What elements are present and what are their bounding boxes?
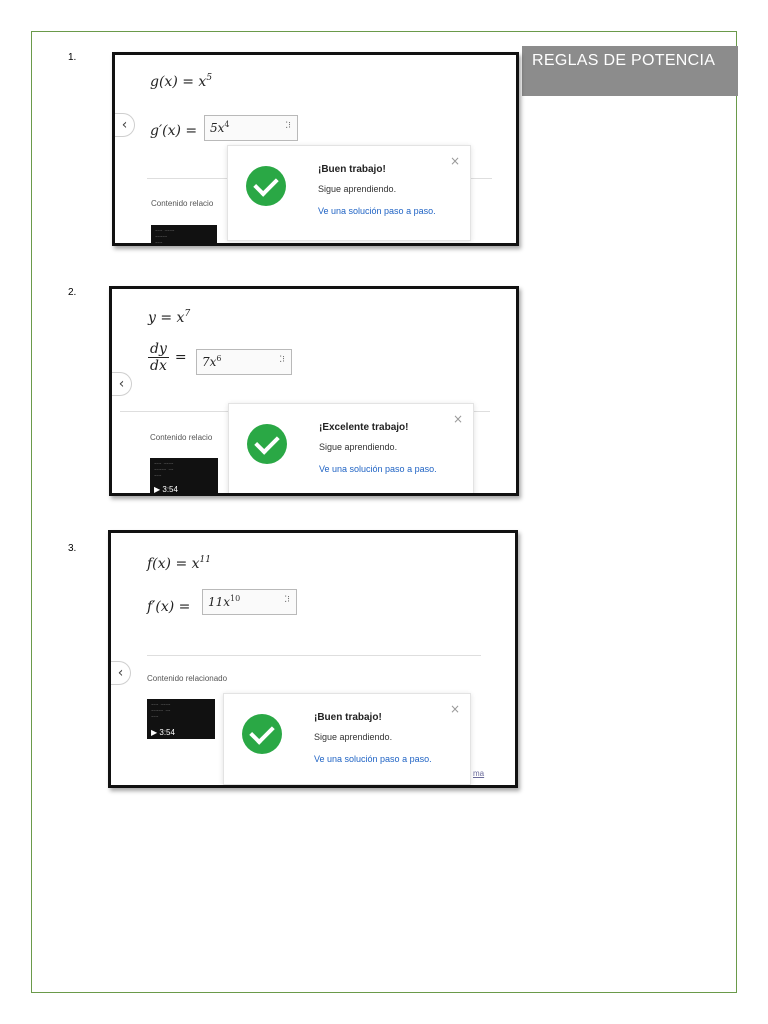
page-title: REGLAS DE POTENCIA [522, 46, 738, 96]
back-button[interactable]: ‹ [115, 113, 135, 137]
feedback-toast: ¡Excelente trabajo! Sigue aprendiendo. V… [228, 403, 474, 493]
function-expression: y = x7 [148, 309, 191, 326]
feedback-toast: ¡Buen trabajo! Sigue aprendiendo. Ve una… [227, 145, 471, 241]
close-icon[interactable]: × [453, 412, 463, 426]
derivative-label: g′(x) = [150, 123, 198, 139]
exercise-number: 1. [68, 52, 77, 63]
toast-title: ¡Buen trabajo! [318, 164, 386, 175]
back-button[interactable]: ‹ [111, 661, 131, 685]
keypad-icon[interactable]: ⁚⁝ [284, 595, 290, 605]
related-content-label: Contenido relacio [150, 433, 213, 442]
feedback-toast: ¡Buen trabajo! Sigue aprendiendo. Ve una… [223, 693, 471, 785]
exercise-number: 2. [68, 287, 77, 298]
chevron-left-icon: ‹ [118, 376, 125, 392]
check-circle-icon [246, 166, 286, 206]
keypad-icon[interactable]: ⁚⁝ [285, 121, 291, 131]
related-content-label: Contenido relacio [151, 199, 214, 208]
video-thumbnail[interactable]: ~~~ ~~~~ ~~~~~ ~~ ~~~ ▶ 3:54 [147, 699, 215, 739]
function-expression: f(x) = x11 [147, 555, 211, 572]
answer-input[interactable]: 11x10 ⁚⁝ [202, 589, 297, 615]
check-circle-icon [242, 714, 282, 754]
derivative-label: f′(x) = [147, 599, 191, 615]
chevron-left-icon: ‹ [121, 117, 128, 133]
keypad-icon[interactable]: ⁚⁝ [279, 355, 285, 365]
exercise-3-screenshot: f(x) = x11 f′(x) = 11x10 ⁚⁝ ‹ Contenido … [108, 530, 518, 788]
toast-title: ¡Buen trabajo! [314, 712, 382, 723]
chevron-left-icon: ‹ [117, 665, 124, 681]
answer-input[interactable]: 7x6 ⁚⁝ [196, 349, 292, 375]
related-content-label: Contenido relacionado [147, 674, 228, 683]
back-button[interactable]: ‹ [112, 372, 132, 396]
exercise-2-screenshot: y = x7 dy dx = ‹ 7x6 ⁚⁝ Contenido relacio … [109, 286, 519, 496]
solution-link[interactable]: Ve una solución paso a paso. [319, 464, 437, 474]
solution-link[interactable]: Ve una solución paso a paso. [318, 206, 436, 216]
video-thumbnail[interactable]: ~~~ ~~~~ ~~~~~ ~~ ~~~ ▶ 3:54 [150, 458, 218, 494]
derivative-label: dy dx = [148, 341, 187, 374]
close-icon[interactable]: × [450, 702, 460, 716]
answer-input[interactable]: 5x4 ⁚⁝ [204, 115, 298, 141]
video-thumbnail[interactable]: ~~~ ~~~~ ~~~~~ ~~~ [151, 225, 217, 243]
solution-link[interactable]: Ve una solución paso a paso. [314, 754, 432, 764]
toast-subtitle: Sigue aprendiendo. [314, 732, 393, 742]
truncated-link[interactable]: ma [473, 769, 484, 778]
check-circle-icon [247, 424, 287, 464]
toast-subtitle: Sigue aprendiendo. [319, 442, 398, 452]
close-icon[interactable]: × [450, 154, 460, 168]
toast-subtitle: Sigue aprendiendo. [318, 184, 397, 194]
exercise-number: 3. [68, 543, 77, 554]
video-duration: ▶ 3:54 [151, 728, 175, 737]
toast-title: ¡Excelente trabajo! [319, 422, 409, 433]
video-duration: ▶ 3:54 [154, 485, 178, 494]
exercise-1-screenshot: g(x) = x5 ‹ g′(x) = 5x4 ⁚⁝ Contenido rel… [112, 52, 519, 246]
function-expression: g(x) = x5 [150, 73, 213, 90]
divider [147, 655, 481, 656]
